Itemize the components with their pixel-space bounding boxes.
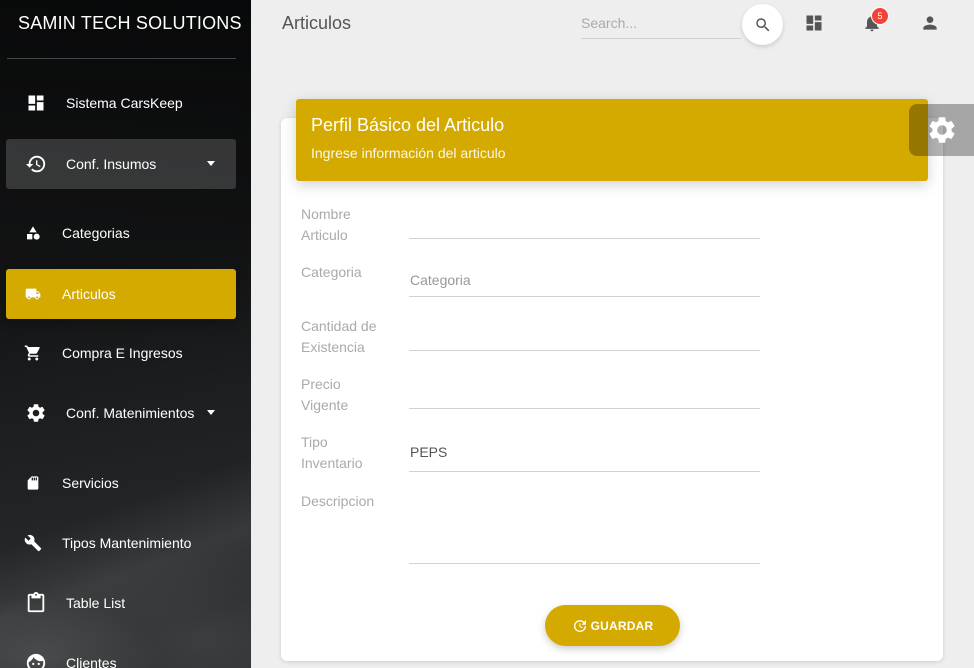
search-button[interactable] xyxy=(742,4,783,45)
dashboard-button[interactable] xyxy=(803,12,825,34)
settings-icon xyxy=(24,401,48,425)
sidebar-item-label: Categorias xyxy=(62,225,130,241)
descripcion-label: Descripcion xyxy=(301,493,375,509)
sidebar-divider xyxy=(7,58,236,59)
sidebar-item-label: Compra E Ingresos xyxy=(62,345,183,361)
categoria-label: Categoria xyxy=(301,264,362,280)
categoria-underline xyxy=(409,296,760,297)
precio-vigente-input[interactable] xyxy=(409,408,760,409)
sidebar-item-label: Conf. Insumos xyxy=(66,156,157,172)
search-input[interactable] xyxy=(581,8,741,38)
theme-settings-button[interactable] xyxy=(909,104,974,156)
sidebar-item-label: Servicios xyxy=(62,475,119,491)
category-icon xyxy=(23,223,43,243)
sidebar-item-table-list[interactable]: Table List xyxy=(6,578,236,628)
dashboard-icon xyxy=(804,13,824,33)
descripcion-textarea[interactable] xyxy=(409,563,760,564)
search-icon xyxy=(754,16,772,34)
caret-down-icon xyxy=(207,161,215,166)
sidebar-item-tipos-mantenimiento[interactable]: Tipos Mantenimiento xyxy=(6,518,236,568)
card-subtitle: Ingrese información del articulo xyxy=(311,145,506,161)
sidebar-item-categorias[interactable]: Categorias xyxy=(6,208,236,258)
sidebar-item-label: Articulos xyxy=(62,286,116,302)
sidebar-item-conf-insumos[interactable]: Conf. Insumos xyxy=(6,139,236,189)
shopping-cart-icon xyxy=(23,343,43,363)
nombre-articulo-input[interactable] xyxy=(409,238,760,239)
guardar-button[interactable]: GUARDAR xyxy=(545,605,680,646)
tipo-inventario-input[interactable]: PEPS xyxy=(410,444,447,460)
nombre-articulo-label: Nombre Articulo xyxy=(301,206,351,243)
sidebar-item-clientes[interactable]: Clientes xyxy=(6,638,236,668)
sidebar-item-sistema-carskeep[interactable]: Sistema CarsKeep xyxy=(6,78,236,128)
sidebar-item-articulos[interactable]: Articulos xyxy=(6,269,236,319)
caret-down-icon xyxy=(207,410,215,415)
tipo-inventario-underline xyxy=(409,471,760,472)
sidebar-item-servicios[interactable]: Servicios xyxy=(6,458,236,508)
page-title[interactable]: Articulos xyxy=(282,13,351,34)
card-title: Perfil Básico del Articulo xyxy=(311,115,505,135)
build-icon xyxy=(23,533,43,553)
face-icon xyxy=(24,651,48,668)
categoria-select[interactable]: Categoria xyxy=(410,272,471,288)
card-header: Perfil Básico del Articulo Ingrese infor… xyxy=(296,99,928,181)
content-paste-icon xyxy=(24,591,48,615)
sidebar-item-label: Sistema CarsKeep xyxy=(66,95,183,111)
sidebar-item-label: Conf. Matenimientos xyxy=(66,405,195,421)
precio-vigente-label: Precio Vigente xyxy=(301,376,349,413)
sidebar-item-label: Table List xyxy=(66,595,126,611)
restore-icon xyxy=(24,152,48,176)
sidebar: SAMIN TECH SOLUTIONS Sistema CarsKeep Co… xyxy=(0,0,251,668)
gear-icon xyxy=(926,114,958,146)
refresh-icon xyxy=(572,618,588,634)
user-profile-button[interactable] xyxy=(919,12,941,34)
search-field[interactable] xyxy=(581,8,741,39)
sd-card-icon xyxy=(23,473,43,493)
sidebar-item-conf-matenimientos[interactable]: Conf. Matenimientos xyxy=(6,388,236,438)
tipo-inventario-label: Tipo Inventario xyxy=(301,434,363,471)
brand-title[interactable]: SAMIN TECH SOLUTIONS xyxy=(18,13,242,34)
cantidad-existencia-input[interactable] xyxy=(409,350,760,351)
local-shipping-icon xyxy=(23,284,43,304)
cantidad-existencia-label: Cantidad de Existencia xyxy=(301,318,377,355)
sidebar-item-compra-e-ingresos[interactable]: Compra E Ingresos xyxy=(6,328,236,378)
dashboard-icon xyxy=(24,91,48,115)
person-icon xyxy=(920,13,940,33)
guardar-label: GUARDAR xyxy=(590,618,654,633)
sidebar-item-label: Tipos Mantenimiento xyxy=(62,535,192,551)
sidebar-item-label: Clientes xyxy=(66,655,117,668)
notification-badge: 5 xyxy=(871,7,889,25)
